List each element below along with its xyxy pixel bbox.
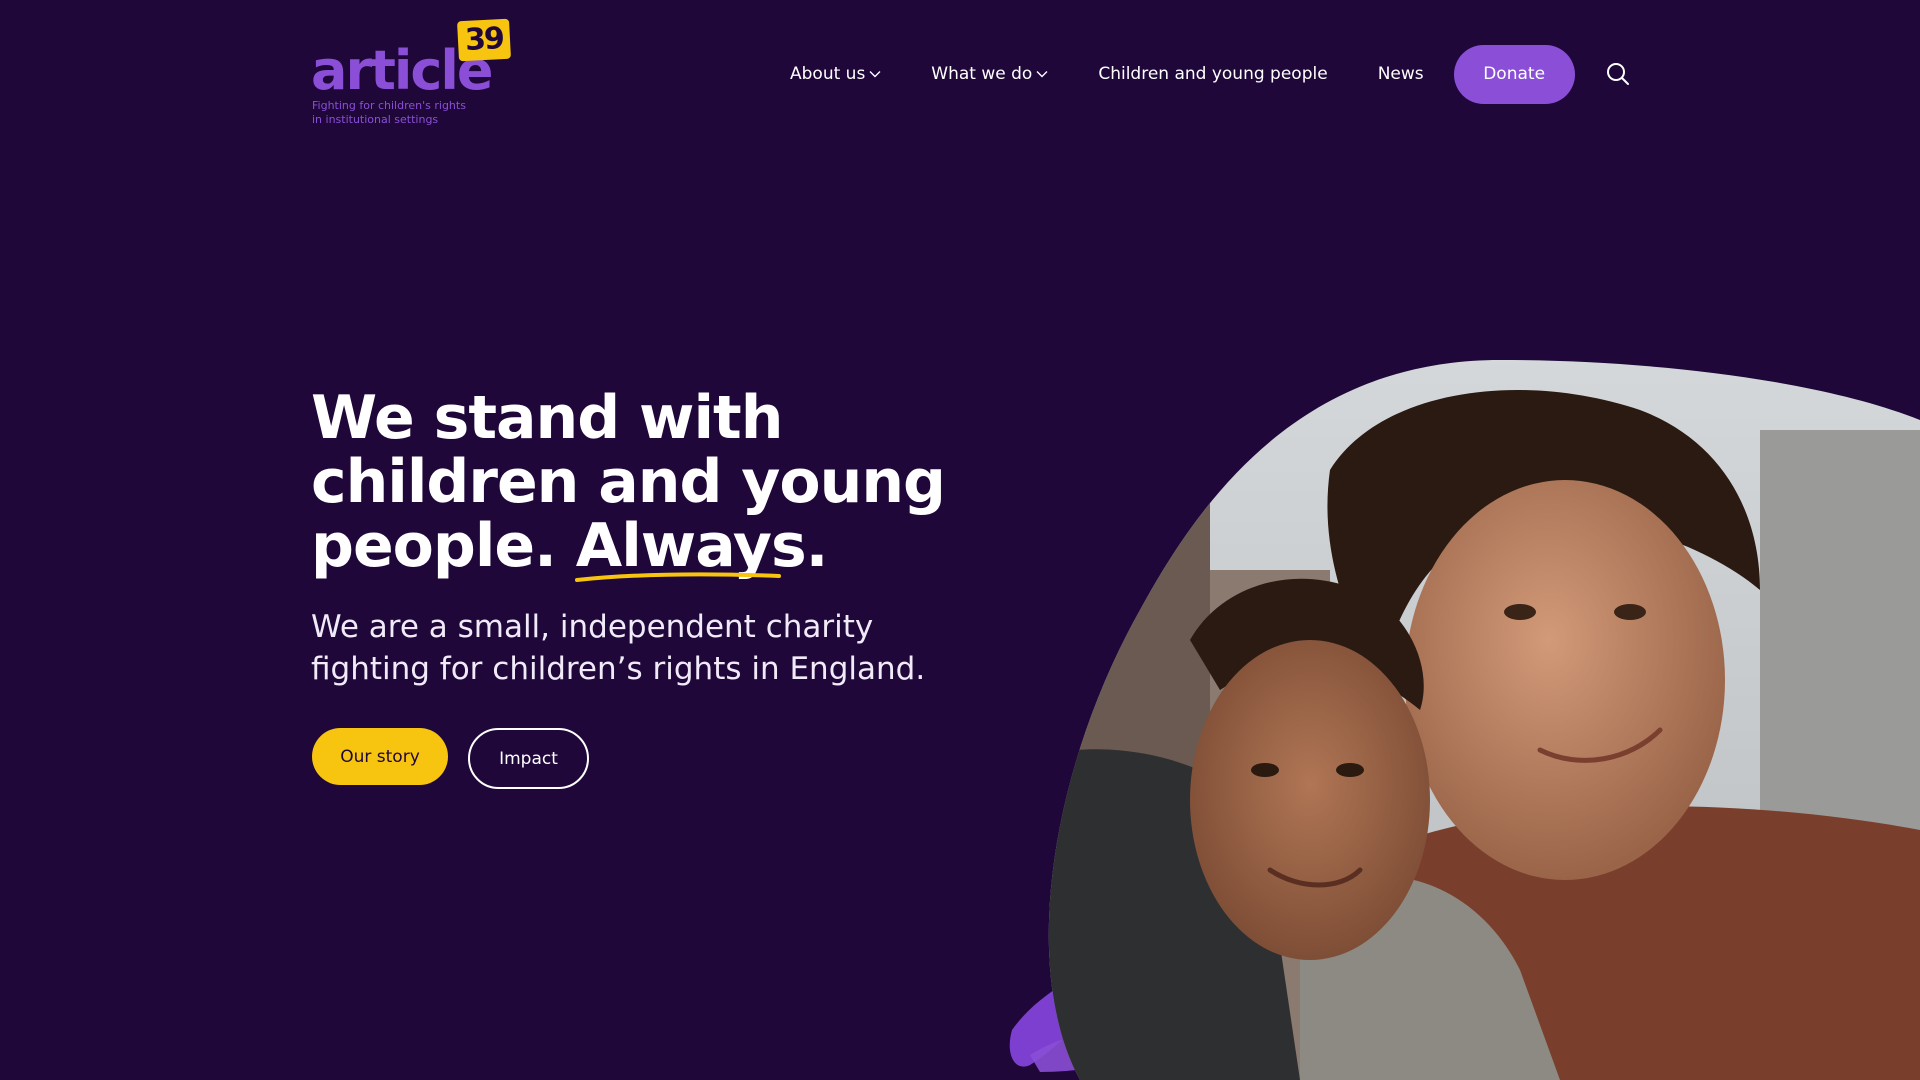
main-nav: About us What we do Children and young p… — [770, 44, 1631, 104]
nav-item-children-and-young-people[interactable]: Children and young people — [1098, 64, 1327, 84]
donate-button[interactable]: Donate — [1453, 44, 1575, 104]
hero-subtitle: We are a small, independent charity figh… — [311, 609, 926, 687]
search-button[interactable] — [1605, 61, 1631, 87]
hero-heading-period: . — [805, 511, 829, 581]
hero-heading-emphasis: Always — [574, 514, 807, 582]
logo-badge: 39 — [456, 18, 512, 62]
nav-item-what-we-do[interactable]: What we do — [931, 64, 1048, 84]
nav-item-label: News — [1377, 64, 1424, 84]
our-story-button[interactable]: Our story — [312, 728, 448, 785]
hero-heading: We stand with children and young people.… — [311, 386, 951, 582]
nav-item-label: Children and young people — [1098, 64, 1328, 84]
search-icon — [1606, 63, 1629, 85]
nav-item-news[interactable]: News — [1378, 64, 1424, 84]
logo-tagline: Fighting for children's rights in instit… — [312, 99, 466, 126]
page: article 39 Fighting for children's right… — [0, 0, 1920, 1080]
impact-button[interactable]: Impact — [468, 728, 589, 789]
hero-photo — [1009, 360, 1920, 1080]
nav-item-label: What we do — [931, 64, 1033, 84]
site-logo[interactable]: article 39 Fighting for children's right… — [311, 18, 512, 130]
chevron-down-icon — [869, 71, 881, 78]
nav-item-about-us[interactable]: About us — [790, 64, 881, 84]
chevron-down-icon — [1036, 71, 1048, 78]
underline-scribble — [574, 572, 781, 582]
nav-item-label: About us — [790, 64, 866, 84]
